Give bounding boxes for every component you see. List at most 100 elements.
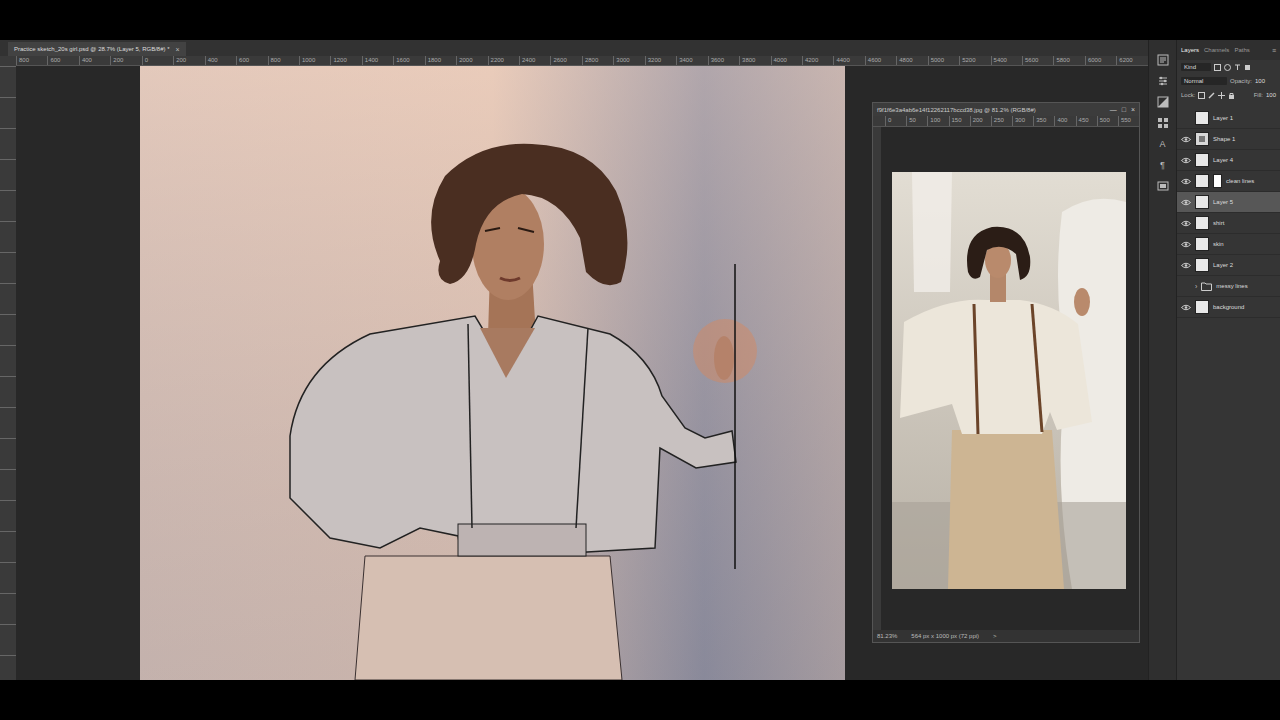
- visibility-toggle[interactable]: [1181, 135, 1191, 143]
- reference-photo: [892, 172, 1126, 589]
- letterbox-bottom: [0, 680, 1280, 720]
- window-control-button[interactable]: —: [1110, 106, 1117, 113]
- visibility-toggle[interactable]: [1181, 282, 1191, 290]
- layer-row[interactable]: skin: [1177, 234, 1280, 255]
- filter-kind-dropdown[interactable]: Kind: [1181, 63, 1211, 71]
- layer-thumbnail: [1195, 132, 1209, 146]
- close-button[interactable]: ×: [176, 46, 180, 53]
- ruler-row: 8006004002000200400600800100012001400160…: [0, 56, 1148, 66]
- ruler-tick: 1800: [425, 56, 456, 65]
- ruler-tick: 150: [949, 116, 970, 126]
- blend-mode-dropdown[interactable]: Normal: [1181, 77, 1227, 85]
- group-expander[interactable]: ›: [1195, 283, 1197, 290]
- visibility-toggle[interactable]: [1181, 198, 1191, 206]
- visibility-toggle[interactable]: [1181, 177, 1191, 185]
- panel-tab[interactable]: Layers: [1181, 47, 1199, 53]
- visibility-toggle[interactable]: [1181, 261, 1191, 269]
- filter-row: Kind: [1177, 60, 1280, 74]
- artwork: [140, 66, 845, 680]
- lock-brush-icon[interactable]: [1208, 92, 1215, 99]
- ruler-tick: 6200: [1116, 56, 1147, 65]
- layer-row[interactable]: Layer 4: [1177, 150, 1280, 171]
- visibility-toggle[interactable]: [1181, 114, 1191, 122]
- ruler-tick: 0: [142, 56, 173, 65]
- layers-panel: Layers Channels Paths ≡ Kind NormalOpacity:10…: [1176, 40, 1280, 680]
- panel-tab[interactable]: Channels: [1204, 47, 1229, 53]
- info-menu-button[interactable]: >: [993, 633, 997, 639]
- ruler-tick: 4000: [771, 56, 802, 65]
- history-icon[interactable]: [1157, 54, 1169, 66]
- ruler-tick: 4600: [865, 56, 896, 65]
- layer-row[interactable]: clean lines: [1177, 171, 1280, 192]
- eye-icon: [1181, 178, 1191, 185]
- layer-name: Layer 5: [1213, 199, 1233, 205]
- document-area: Practice sketch_20s girl.psd @ 28.7% (La…: [0, 40, 1148, 680]
- visibility-toggle[interactable]: [1181, 156, 1191, 164]
- panel-tab[interactable]: Paths: [1234, 47, 1249, 53]
- ruler-tick: 5200: [959, 56, 990, 65]
- visibility-toggle[interactable]: [1181, 240, 1191, 248]
- adjustment-filter-icon[interactable]: [1224, 64, 1231, 71]
- window-control-button[interactable]: ×: [1131, 106, 1135, 113]
- ruler-tick: 350: [1033, 116, 1054, 126]
- visibility-toggle[interactable]: [1181, 219, 1191, 227]
- document-tab-bar: Practice sketch_20s girl.psd @ 28.7% (La…: [0, 40, 1148, 56]
- ruler-tick: 5000: [928, 56, 959, 65]
- shirt: [290, 316, 736, 553]
- panel-dock: A¶: [1148, 40, 1176, 680]
- layer-row[interactable]: Shape 1: [1177, 129, 1280, 150]
- ruler-tick: 400: [1054, 116, 1075, 126]
- properties-icon[interactable]: [1157, 75, 1169, 87]
- shape-filter-icon[interactable]: [1244, 64, 1251, 71]
- ruler-tick: 2600: [550, 56, 581, 65]
- lock-pixels-icon[interactable]: [1198, 92, 1205, 99]
- canvas[interactable]: [140, 66, 845, 680]
- layer-thumbnail: [1195, 195, 1209, 209]
- paragraph-panel-button[interactable]: ¶: [1160, 159, 1165, 171]
- ruler-tick: 450: [1076, 116, 1097, 126]
- ruler-tick: 2800: [582, 56, 613, 65]
- layer-row[interactable]: ›messy lines: [1177, 276, 1280, 297]
- libraries-icon[interactable]: [1157, 180, 1169, 192]
- panel-menu-button[interactable]: ≡: [1272, 47, 1276, 54]
- reference-title: f9f1f6e3a4ab6e14f12262117bccd38.jpg @ 81…: [877, 107, 1036, 113]
- reference-window[interactable]: f9f1f6e3a4ab6e14f12262117bccd38.jpg @ 81…: [872, 102, 1140, 643]
- document-tab[interactable]: Practice sketch_20s girl.psd @ 28.7% (La…: [8, 42, 186, 56]
- ruler-tick: 1600: [393, 56, 424, 65]
- layer-row[interactable]: Layer 2: [1177, 255, 1280, 276]
- ruler-tick: 3200: [645, 56, 676, 65]
- ruler-tick: 50: [906, 116, 927, 126]
- character-panel-button[interactable]: A: [1159, 138, 1165, 150]
- zoom-level[interactable]: 81.23%: [877, 633, 897, 639]
- visibility-toggle[interactable]: [1181, 303, 1191, 311]
- ruler-tick: 3000: [613, 56, 644, 65]
- layer-row[interactable]: Layer 5: [1177, 192, 1280, 213]
- ruler-tick: 200: [173, 56, 204, 65]
- layer-name: shirt: [1213, 220, 1224, 226]
- hand: [714, 336, 734, 380]
- reference-title-bar[interactable]: f9f1f6e3a4ab6e14f12262117bccd38.jpg @ 81…: [873, 103, 1139, 116]
- ruler-tick: 2400: [519, 56, 550, 65]
- type-filter-icon[interactable]: [1234, 64, 1241, 71]
- adjustments-icon[interactable]: [1157, 96, 1169, 108]
- layer-list: Layer 1Shape 1Layer 4clean lines Layer 5 s…: [1177, 108, 1280, 318]
- lips: [500, 278, 520, 281]
- layer-row[interactable]: Layer 1: [1177, 108, 1280, 129]
- lock-position-icon[interactable]: [1218, 92, 1225, 99]
- window-control-button[interactable]: □: [1122, 106, 1126, 113]
- fill-field[interactable]: 100: [1266, 92, 1276, 98]
- layer-row[interactable]: background: [1177, 297, 1280, 318]
- swatches-icon[interactable]: [1157, 117, 1169, 129]
- pants: [355, 556, 622, 680]
- pixel-filter-icon[interactable]: [1214, 64, 1221, 71]
- lock-all-icon[interactable]: [1228, 92, 1235, 99]
- ruler-tick: 4800: [896, 56, 927, 65]
- eyes: [485, 228, 534, 232]
- opacity-field[interactable]: 100: [1255, 78, 1265, 84]
- layer-name: skin: [1213, 241, 1224, 247]
- layer-thumbnail: [1195, 258, 1209, 272]
- work-row: f9f1f6e3a4ab6e14f12262117bccd38.jpg @ 81…: [0, 66, 1148, 680]
- blend-row: NormalOpacity:100: [1177, 74, 1280, 88]
- layer-thumbnail: [1195, 111, 1209, 125]
- layer-row[interactable]: shirt: [1177, 213, 1280, 234]
